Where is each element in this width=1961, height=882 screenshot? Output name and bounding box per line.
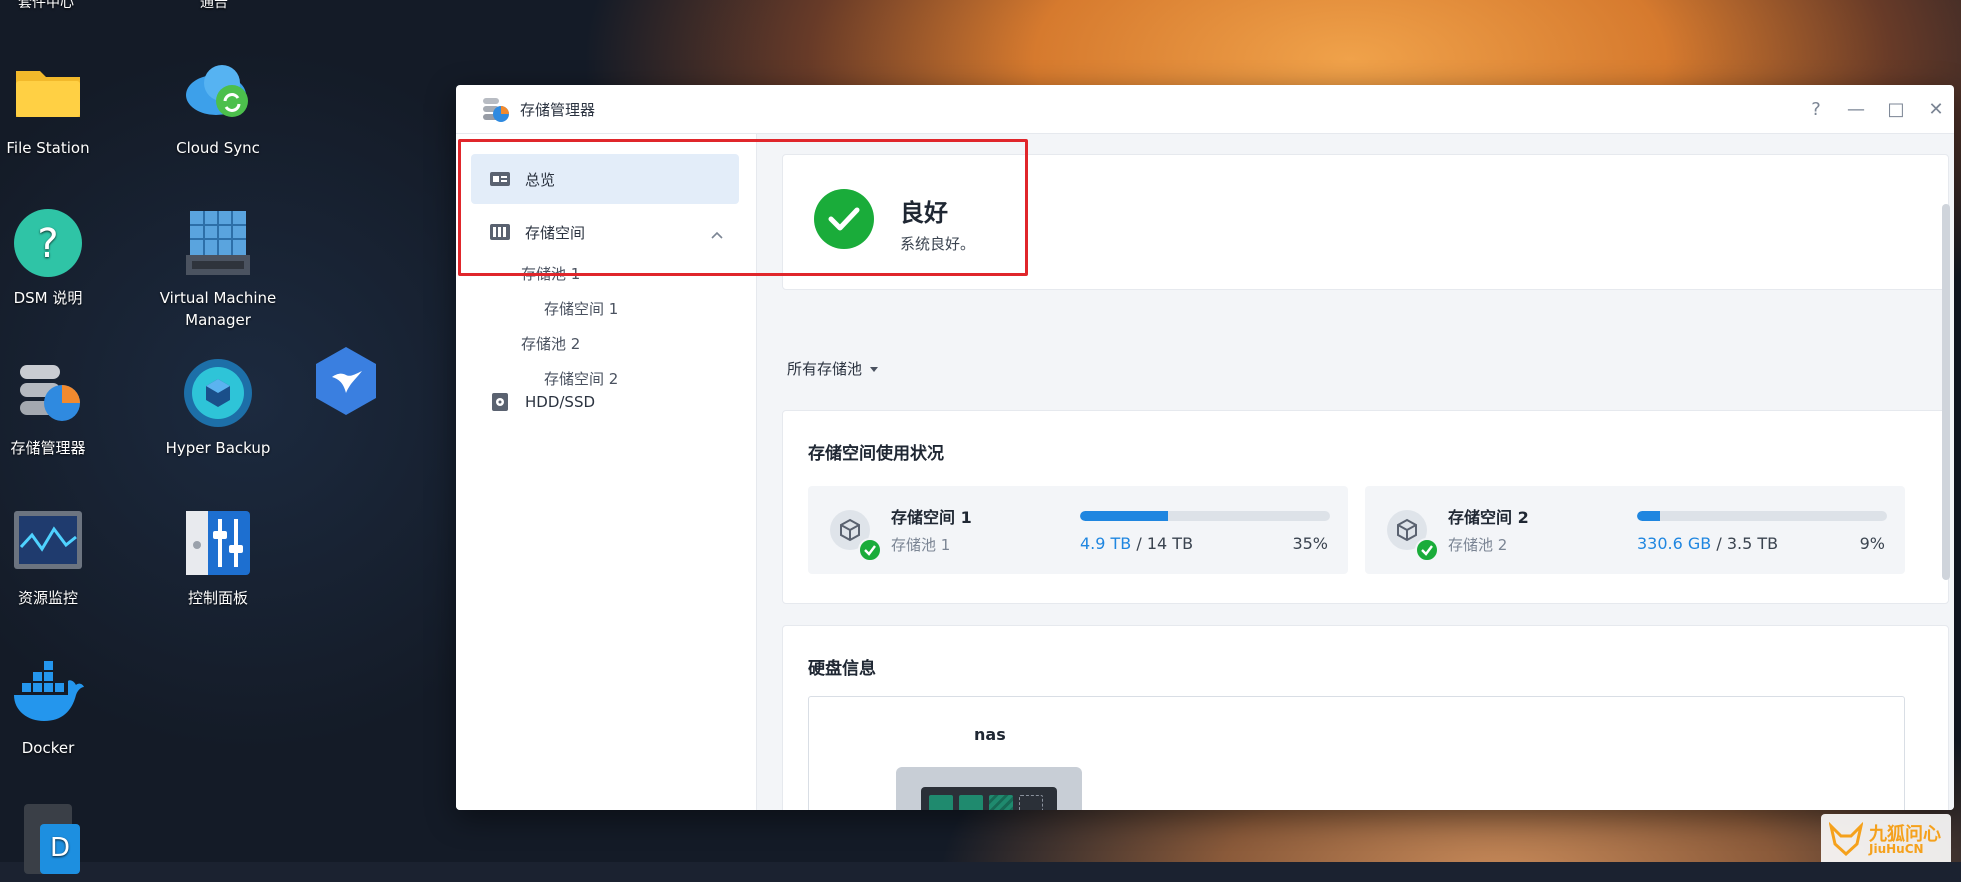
volume-used: 4.9 TB bbox=[1080, 534, 1132, 553]
usage-progress-fill bbox=[1637, 511, 1660, 521]
nas-chassis[interactable]: 1 2 3 4 bbox=[896, 767, 1082, 810]
pool-filter-dropdown[interactable]: 所有存储池 bbox=[787, 358, 879, 379]
resource-monitor-icon bbox=[10, 505, 86, 581]
desktop-icon-label: 控制面板 bbox=[187, 589, 248, 607]
sidebar-item-pool-2[interactable]: 存储池 2 bbox=[521, 333, 580, 354]
desktop-icon-label: 存储管理器 bbox=[10, 439, 86, 457]
pool-filter-label: 所有存储池 bbox=[787, 360, 863, 378]
section-title: 硬盘信息 bbox=[808, 659, 876, 679]
bird-app-icon bbox=[308, 343, 384, 419]
volume-separator: / bbox=[1711, 534, 1727, 553]
scrollbar[interactable] bbox=[1942, 204, 1950, 580]
drive-bay[interactable]: 1 bbox=[929, 795, 953, 810]
help-icon: ? bbox=[10, 205, 86, 281]
minimize-button[interactable]: — bbox=[1838, 85, 1874, 133]
window-title: 存储管理器 bbox=[520, 100, 596, 119]
cloud-sync-icon bbox=[180, 55, 256, 131]
sidebar-item-label: HDD/SSD bbox=[525, 393, 596, 411]
watermark: 九狐问心 JiuHuCN bbox=[1821, 814, 1951, 862]
storage-manager-icon bbox=[10, 355, 86, 431]
help-button[interactable]: ? bbox=[1798, 85, 1834, 133]
desktop-icon-docker[interactable]: Docker bbox=[0, 655, 133, 759]
maximize-button[interactable]: □ bbox=[1878, 85, 1914, 133]
hdd-icon bbox=[489, 393, 511, 411]
svg-text:D: D bbox=[50, 833, 70, 863]
device-panel: nas 1 2 3 4 bbox=[808, 696, 1905, 810]
close-button[interactable]: ✕ bbox=[1918, 85, 1954, 133]
docker-icon bbox=[10, 655, 86, 731]
sidebar-item-hdd-ssd[interactable]: HDD/SSD bbox=[471, 377, 739, 427]
desktop-icon-virtual-machine-manager[interactable]: Virtual Machine Manager bbox=[133, 205, 303, 331]
usage-progress-fill bbox=[1080, 511, 1168, 521]
desktop-icon-control-panel[interactable]: 控制面板 bbox=[133, 505, 303, 609]
fox-logo-icon bbox=[1829, 822, 1863, 856]
watermark-line2: JiuHuCN bbox=[1869, 842, 1924, 856]
volume-usage-card: 存储空间使用状况 存储空间 1 存储池 1 4.9 TB / 14 TB 35% bbox=[782, 410, 1949, 604]
volume-name: 存储空间 1 bbox=[891, 508, 972, 527]
desktop-icon-label: File Station bbox=[6, 139, 90, 157]
storage-manager-icon bbox=[480, 94, 510, 124]
volume-pool: 存储池 1 bbox=[891, 536, 951, 554]
drive-bay[interactable]: 3 bbox=[989, 795, 1013, 810]
desktop-icon-label-notifications[interactable]: 通告 bbox=[200, 0, 228, 12]
volume-total: 14 TB bbox=[1146, 534, 1194, 553]
hyper-backup-icon bbox=[180, 355, 256, 431]
volume-total: 3.5 TB bbox=[1726, 534, 1779, 553]
control-panel-icon bbox=[180, 505, 256, 581]
caret-down-icon bbox=[870, 367, 879, 372]
desktop-icon-label: Virtual Machine Manager bbox=[159, 289, 277, 329]
usage-progress-bar bbox=[1080, 511, 1330, 521]
highlight-annotation bbox=[458, 139, 1028, 276]
volume-percent: 35% bbox=[1292, 534, 1328, 553]
desktop-icon-label: Cloud Sync bbox=[176, 139, 260, 157]
disk-info-card: 硬盘信息 nas 1 2 3 4 bbox=[782, 625, 1949, 810]
desktop-icon-label: Hyper Backup bbox=[165, 439, 271, 457]
volume-percent: 9% bbox=[1859, 534, 1885, 553]
svg-text:?: ? bbox=[37, 221, 58, 267]
drive-bay-empty[interactable]: 4 bbox=[1019, 795, 1043, 810]
volume-pool: 存储池 2 bbox=[1448, 536, 1508, 554]
desktop-icon-bird-app[interactable] bbox=[261, 343, 431, 425]
volume-usage-item[interactable]: 存储空间 1 存储池 1 4.9 TB / 14 TB 35% bbox=[808, 486, 1348, 574]
volume-usage-item[interactable]: 存储空间 2 存储池 2 330.6 GB / 3.5 TB 9% bbox=[1365, 486, 1905, 574]
usage-progress-bar bbox=[1637, 511, 1887, 521]
volume-name: 存储空间 2 bbox=[1448, 508, 1529, 527]
desktop-icon-dsm-help[interactable]: ? DSM 说明 bbox=[0, 205, 133, 309]
server-rack-icon bbox=[180, 205, 256, 281]
desktop-icon-label: 资源监控 bbox=[17, 589, 78, 607]
healthy-check-icon bbox=[858, 538, 882, 562]
desktop-icon-storage-manager[interactable]: 存储管理器 bbox=[0, 355, 133, 459]
desktop-icon-label-package-center[interactable]: 套件中心 bbox=[18, 0, 74, 12]
window-titlebar[interactable]: 存储管理器 ? — □ ✕ bbox=[456, 85, 1954, 134]
folder-icon bbox=[10, 55, 86, 131]
drive-bays: 1 2 3 4 bbox=[921, 787, 1057, 810]
desktop-icon-partial[interactable]: D bbox=[0, 800, 133, 882]
section-title: 存储空间使用状况 bbox=[808, 444, 944, 464]
volume-separator: / bbox=[1131, 534, 1147, 553]
desktop-icon-resource-monitor[interactable]: 资源监控 bbox=[0, 505, 133, 609]
drive-bay[interactable]: 2 bbox=[959, 795, 983, 810]
desktop-icon-cloud-sync[interactable]: Cloud Sync bbox=[133, 55, 303, 159]
desktop-icon-label: Docker bbox=[21, 739, 75, 757]
volume-used: 330.6 GB bbox=[1637, 534, 1712, 553]
desktop-icon-label: DSM 说明 bbox=[13, 289, 83, 307]
desktop-icon-file-station[interactable]: File Station bbox=[0, 55, 133, 159]
device-name: nas bbox=[974, 725, 1006, 744]
package-icon: D bbox=[10, 800, 86, 876]
healthy-check-icon bbox=[1415, 538, 1439, 562]
sidebar-item-volume-1[interactable]: 存储空间 1 bbox=[544, 298, 618, 319]
